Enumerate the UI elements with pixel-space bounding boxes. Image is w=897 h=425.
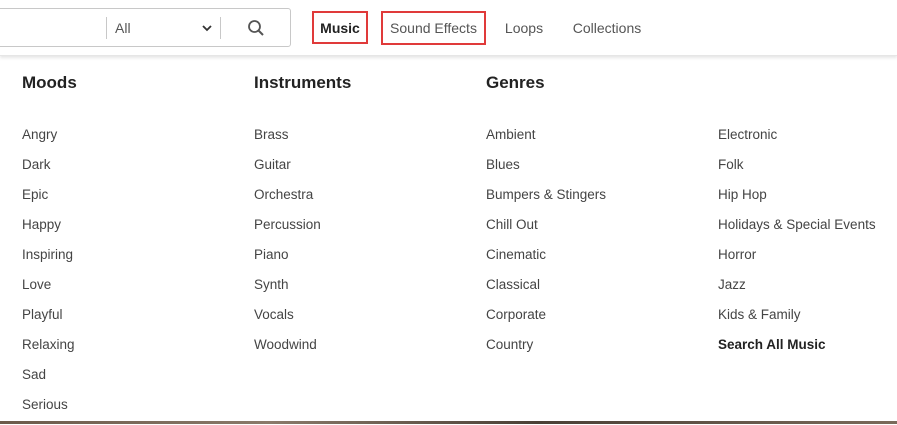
instruments-heading: Instruments — [254, 73, 352, 92]
genre-link[interactable]: Classical — [486, 275, 606, 305]
genre-link[interactable]: Country — [486, 335, 606, 365]
genre-link[interactable]: Hip Hop — [718, 185, 876, 215]
genre-link[interactable]: Horror — [718, 245, 876, 275]
mood-link[interactable]: Playful — [22, 305, 77, 335]
genres-list: Ambient Blues Bumpers & Stingers Chill O… — [486, 125, 606, 365]
moods-column: Moods Angry Dark Epic Happy Inspiring Lo… — [22, 73, 77, 425]
mood-link[interactable]: Happy — [22, 215, 77, 245]
instrument-link[interactable]: Vocals — [254, 305, 351, 335]
instruments-column: Instruments Brass Guitar Orchestra Percu… — [254, 73, 351, 365]
mood-link[interactable]: Inspiring — [22, 245, 77, 275]
moods-heading: Moods — [22, 73, 77, 92]
search-button[interactable] — [221, 10, 290, 45]
instruments-list: Brass Guitar Orchestra Percussion Piano … — [254, 125, 351, 365]
search-filter-value: All — [115, 19, 131, 36]
genre-link[interactable]: Corporate — [486, 305, 606, 335]
instrument-link[interactable]: Brass — [254, 125, 351, 155]
search-all-music-link[interactable]: Search All Music — [718, 335, 876, 365]
instrument-link[interactable]: Piano — [254, 245, 351, 275]
genres-heading: Genres — [486, 73, 545, 92]
genre-link[interactable]: Cinematic — [486, 245, 606, 275]
search-filter-select[interactable]: All — [107, 10, 220, 45]
genres-column: Genres Ambient Blues Bumpers & Stingers … — [486, 73, 606, 365]
instrument-link[interactable]: Woodwind — [254, 335, 351, 365]
tab-collections[interactable]: Collections — [566, 11, 648, 44]
genre-link[interactable]: Holidays & Special Events — [718, 215, 876, 245]
mood-link[interactable]: Epic — [22, 185, 77, 215]
moods-list: Angry Dark Epic Happy Inspiring Love Pla… — [22, 125, 77, 425]
genre-link[interactable]: Chill Out — [486, 215, 606, 245]
search-box: All — [0, 8, 291, 47]
instrument-link[interactable]: Orchestra — [254, 185, 351, 215]
genre-link[interactable]: Blues — [486, 155, 606, 185]
instrument-link[interactable]: Percussion — [254, 215, 351, 245]
genre-link[interactable]: Kids & Family — [718, 305, 876, 335]
mood-link[interactable]: Relaxing — [22, 335, 77, 365]
tab-music[interactable]: Music — [312, 11, 368, 44]
mood-link[interactable]: Sad — [22, 365, 77, 395]
genres-more-list: Electronic Folk Hip Hop Holidays & Speci… — [718, 125, 876, 365]
search-input[interactable] — [3, 10, 103, 45]
genre-link[interactable]: Jazz — [718, 275, 876, 305]
mood-link[interactable]: Angry — [22, 125, 77, 155]
mood-link[interactable]: Love — [22, 275, 77, 305]
instrument-link[interactable]: Synth — [254, 275, 351, 305]
tab-loops[interactable]: Loops — [500, 11, 548, 44]
search-icon — [247, 19, 264, 36]
genre-link[interactable]: Bumpers & Stingers — [486, 185, 606, 215]
tab-sound-effects[interactable]: Sound Effects — [381, 11, 486, 45]
top-navigation-bar: All Music Sound Effects Loops Collection… — [0, 0, 897, 56]
mood-link[interactable]: Dark — [22, 155, 77, 185]
genre-link[interactable]: Electronic — [718, 125, 876, 155]
instrument-link[interactable]: Guitar — [254, 155, 351, 185]
genre-link[interactable]: Ambient — [486, 125, 606, 155]
chevron-down-icon — [202, 25, 212, 32]
genre-link[interactable]: Folk — [718, 155, 876, 185]
genres-more-column: Electronic Folk Hip Hop Holidays & Speci… — [718, 73, 876, 365]
